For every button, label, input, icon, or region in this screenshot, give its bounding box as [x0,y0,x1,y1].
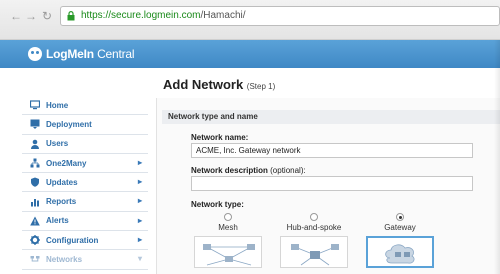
hub-and-spoke-radio[interactable] [310,213,318,221]
gateway-label: Gateway [384,223,416,232]
sidebar-item-label: Configuration [46,235,99,245]
sidebar-item-networks[interactable]: Networks ▾ [22,250,148,270]
network-name-label: Network name: [191,133,249,142]
sidebar-item-label: Home [46,100,69,110]
forward-arrow-icon[interactable]: → [25,9,37,23]
logo-text: LogMeIn Central [46,47,135,61]
back-arrow-icon[interactable]: ← [10,9,22,23]
app-header: LogMeIn Central [0,40,500,68]
page-edge-shadow [494,40,500,274]
network-type-gateway[interactable]: Gateway [364,213,436,268]
reload-icon[interactable]: ↻ [42,9,52,23]
sidebar-item-configuration[interactable]: Configuration ▸ [22,231,148,251]
sidebar-item-deployment[interactable]: Deployment [22,115,148,135]
logo-brand: LogMeIn [46,47,94,61]
gateway-diagram[interactable] [366,236,434,268]
sidebar-nav: Home Deployment Users One2Many ▸ Updates… [22,96,148,270]
chevron-right-icon: ▸ [137,215,142,225]
gear-icon [30,235,40,246]
bar-chart-icon [31,198,39,207]
url-secure-part: https://secure.logmein.com [81,10,201,21]
logmein-central-logo[interactable]: LogMeIn Central [28,46,135,62]
url-path-part: /Hamachi/ [200,10,246,21]
network-icon [30,255,40,262]
sidebar-item-label: One2Many [46,158,87,168]
sidebar-item-label: Reports [46,197,77,207]
sidebar-item-reports[interactable]: Reports ▸ [22,192,148,212]
sidebar-item-home[interactable]: Home [22,96,148,116]
hub-and-spoke-topology-icon [291,244,339,266]
chevron-right-icon: ▸ [137,157,142,167]
network-description-label: Network description (optional): [191,166,306,175]
user-icon [31,139,39,149]
sidebar-item-one2many[interactable]: One2Many ▸ [22,154,148,174]
browser-toolbar: ← → ↻ https://secure.logmein.com/Hamachi… [0,0,500,40]
address-bar[interactable]: https://secure.logmein.com/Hamachi/ [60,6,500,26]
deployment-icon [30,119,40,130]
network-type-mesh[interactable]: Mesh [192,213,264,268]
sidebar-item-users[interactable]: Users [22,135,148,154]
sidebar-item-label: Networks [46,255,83,265]
network-type-hub-and-spoke[interactable]: Hub-and-spoke [278,213,350,268]
alert-icon [30,216,40,226]
page-title: Add Network (Step 1) [163,77,275,92]
one2many-icon [30,158,40,168]
network-name-input[interactable] [191,143,473,158]
mesh-label: Mesh [218,223,238,232]
shield-icon [31,177,39,188]
monitor-icon [30,100,40,110]
sidebar-item-label: Users [46,139,69,149]
section-header: Network type and name [162,110,500,124]
sidebar-item-label: Updates [46,177,78,187]
gateway-topology-icon [385,244,415,264]
lock-icon [67,11,75,21]
page-title-text: Add Network [163,77,244,92]
mesh-radio[interactable] [224,213,232,221]
chevron-right-icon: ▸ [137,235,142,245]
network-type-label: Network type: [191,200,244,209]
hub-and-spoke-label: Hub-and-spoke [286,223,342,232]
chevron-right-icon: ▸ [137,196,142,206]
sidebar-item-label: Deployment [46,119,92,129]
description-label-text: Network description [191,166,268,175]
sidebar-item-label: Alerts [46,216,69,226]
main-content: Network type and name Network name: Netw… [156,98,500,274]
network-description-input[interactable] [191,176,473,191]
hub-and-spoke-diagram[interactable] [280,236,348,268]
chevron-down-icon: ▾ [137,254,142,264]
mesh-diagram[interactable] [194,236,262,268]
gateway-radio[interactable] [396,213,404,221]
mesh-topology-icon [203,244,255,266]
optional-note: (optional): [270,166,306,175]
step-indicator: (Step 1) [246,82,276,91]
logo-product: Central [93,47,135,61]
chevron-right-icon: ▸ [137,177,142,187]
sidebar-item-alerts[interactable]: Alerts ▸ [22,212,148,232]
logmein-logo-icon [28,47,42,61]
sidebar-item-updates[interactable]: Updates ▸ [22,173,148,193]
